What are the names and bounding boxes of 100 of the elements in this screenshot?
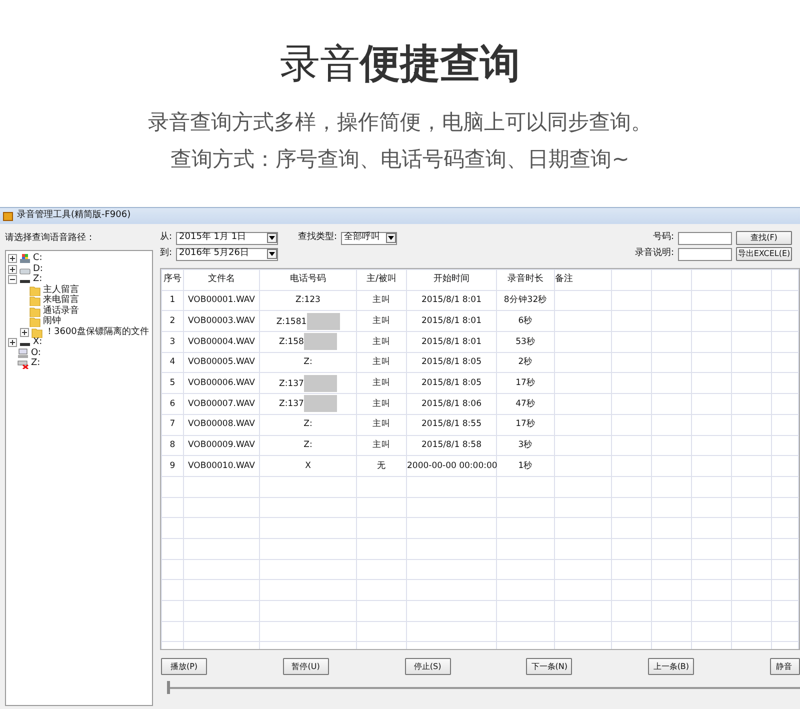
table-cell: VOB00010.WAV xyxy=(188,460,255,471)
table-cell: 主叫 xyxy=(372,295,390,306)
table-cell: 主叫 xyxy=(372,398,390,409)
table-cell: 1 xyxy=(170,295,176,306)
to-date-picker[interactable]: 2016年 5月26日 xyxy=(176,248,278,260)
table-cell: 主叫 xyxy=(372,378,390,388)
subtitle-line: 查询方式：序号查询、电话号码查询、日期查询~ xyxy=(170,146,630,173)
table-cell: 17秒 xyxy=(516,378,536,388)
note-input[interactable] xyxy=(678,248,732,260)
app-icon xyxy=(3,212,13,220)
dropdown-icon[interactable] xyxy=(267,233,278,243)
table-cell: 2秒 xyxy=(518,357,533,368)
disconnected-drive-icon xyxy=(17,358,29,370)
table-cell: 17秒 xyxy=(516,419,536,430)
table-cell: 2000-00-00 00:00:00 xyxy=(407,460,498,471)
number-input[interactable] xyxy=(678,232,732,244)
folder-icon xyxy=(29,284,41,296)
playback-slider[interactable] xyxy=(167,681,800,695)
slider-thumb[interactable] xyxy=(167,681,170,694)
tree-item[interactable]: Z: xyxy=(31,357,40,370)
player-button[interactable]: 暂停(U) xyxy=(282,658,329,675)
type-dropdown[interactable]: 全部呼叫 xyxy=(341,232,398,244)
expand-toggle-icon[interactable] xyxy=(8,338,17,348)
table-cell: 8 xyxy=(170,440,176,450)
table-cell: Z: xyxy=(304,419,312,430)
tree-item[interactable]: 闹钟 xyxy=(43,315,61,328)
subtitle-line: 录音查询方式多样，操作简便，电脑上可以同步查询。 xyxy=(147,109,653,136)
tree-item[interactable]: C: xyxy=(33,252,42,266)
column-header: 录音时长 xyxy=(496,270,554,290)
collapse-toggle-icon[interactable] xyxy=(8,275,17,284)
table-cell: VOB00008.WAV xyxy=(188,419,255,430)
from-label: 从: xyxy=(160,231,172,244)
column-header: 序号 xyxy=(162,270,184,290)
table-cell: VOB00004.WAV xyxy=(188,336,255,347)
table-cell: 2015/8/1 8:55 xyxy=(422,419,482,430)
table-cell: 6 xyxy=(170,398,176,409)
table-cell: Z:1581 xyxy=(276,316,307,327)
table-cell: Z:123 xyxy=(296,295,320,306)
table-cell: 主叫 xyxy=(372,357,390,368)
player-button[interactable]: 停止(S) xyxy=(404,658,451,675)
search-button[interactable]: 查找(F) xyxy=(736,231,792,245)
table-cell: 2015/8/1 8:01 xyxy=(422,316,482,326)
dropdown-icon[interactable] xyxy=(386,233,396,243)
note-label: 录音说明: xyxy=(634,247,674,260)
table-cell: 47秒 xyxy=(516,398,536,409)
redaction-block xyxy=(304,395,337,412)
table-cell: 2015/8/1 8:01 xyxy=(422,295,482,306)
tree-item[interactable]: O: xyxy=(31,346,41,360)
column-header: 文件名 xyxy=(184,270,260,290)
drive-icon xyxy=(19,253,31,264)
expand-toggle-icon[interactable] xyxy=(20,328,29,337)
table-cell: VOB00005.WAV xyxy=(188,357,255,368)
player-button[interactable]: 上一条(B) xyxy=(648,658,694,675)
table-cell: X xyxy=(305,460,311,471)
tree-item[interactable]: X: xyxy=(33,336,42,350)
window-title: 录音管理工具(精简版-F906) xyxy=(17,209,131,222)
number-label: 号码: xyxy=(652,231,674,244)
table-cell: 主叫 xyxy=(372,336,390,347)
player-button[interactable]: 播放(P) xyxy=(161,658,207,675)
folder-icon xyxy=(31,326,43,338)
table-cell: VOB00007.WAV xyxy=(188,398,255,409)
table-cell: Z: xyxy=(304,357,312,368)
dropdown-icon[interactable] xyxy=(267,249,278,259)
column-header: 开始时间 xyxy=(406,270,496,290)
table-cell: 主叫 xyxy=(372,419,390,430)
table-cell: Z:158 xyxy=(279,337,304,348)
table-cell: 5 xyxy=(170,378,176,388)
table-cell: 3秒 xyxy=(518,440,533,450)
table-cell: VOB00003.WAV xyxy=(188,316,255,326)
table-cell: Z: xyxy=(304,440,312,450)
expand-toggle-icon[interactable] xyxy=(8,254,17,264)
table-cell: 2015/8/1 8:05 xyxy=(422,378,482,388)
from-date-picker[interactable]: 2015年 1月 1日 xyxy=(176,232,278,244)
page-title: 录音便捷查询 xyxy=(279,40,521,86)
tree-label: 请选择查询语音路径： xyxy=(5,232,96,245)
table-cell: 主叫 xyxy=(372,440,390,450)
tree-item[interactable]: D: xyxy=(33,262,43,276)
table-cell: 9 xyxy=(170,460,176,471)
player-button[interactable]: 下一条(N) xyxy=(526,658,572,675)
table-cell: 4 xyxy=(170,357,176,368)
table-cell: 2015/8/1 8:58 xyxy=(422,440,482,450)
table-cell: 3 xyxy=(170,336,176,347)
table-cell: 1秒 xyxy=(518,460,533,471)
column-header: 备注 xyxy=(554,270,612,290)
tree-item[interactable]: Z: xyxy=(33,273,42,286)
redaction-block xyxy=(304,333,337,350)
player-button[interactable]: 静音 xyxy=(770,658,800,675)
folder-icon xyxy=(29,316,41,328)
table-cell: Z:137 xyxy=(279,399,304,410)
table-cell: Z:137 xyxy=(279,378,304,389)
expand-toggle-icon[interactable] xyxy=(8,264,17,274)
export-button[interactable]: 导出EXCEL(E) xyxy=(736,247,792,261)
table-cell: 无 xyxy=(377,460,386,471)
type-label: 查找类型: xyxy=(298,231,338,244)
folder-icon xyxy=(29,306,41,317)
table-cell: VOB00009.WAV xyxy=(188,440,255,450)
tree-item[interactable]: ！3600盘保镖隔离的文件 xyxy=(45,326,149,339)
table-cell: VOB00001.WAV xyxy=(188,295,255,306)
table-cell: 6秒 xyxy=(518,316,533,326)
table-cell: 2015/8/1 8:01 xyxy=(422,336,482,347)
